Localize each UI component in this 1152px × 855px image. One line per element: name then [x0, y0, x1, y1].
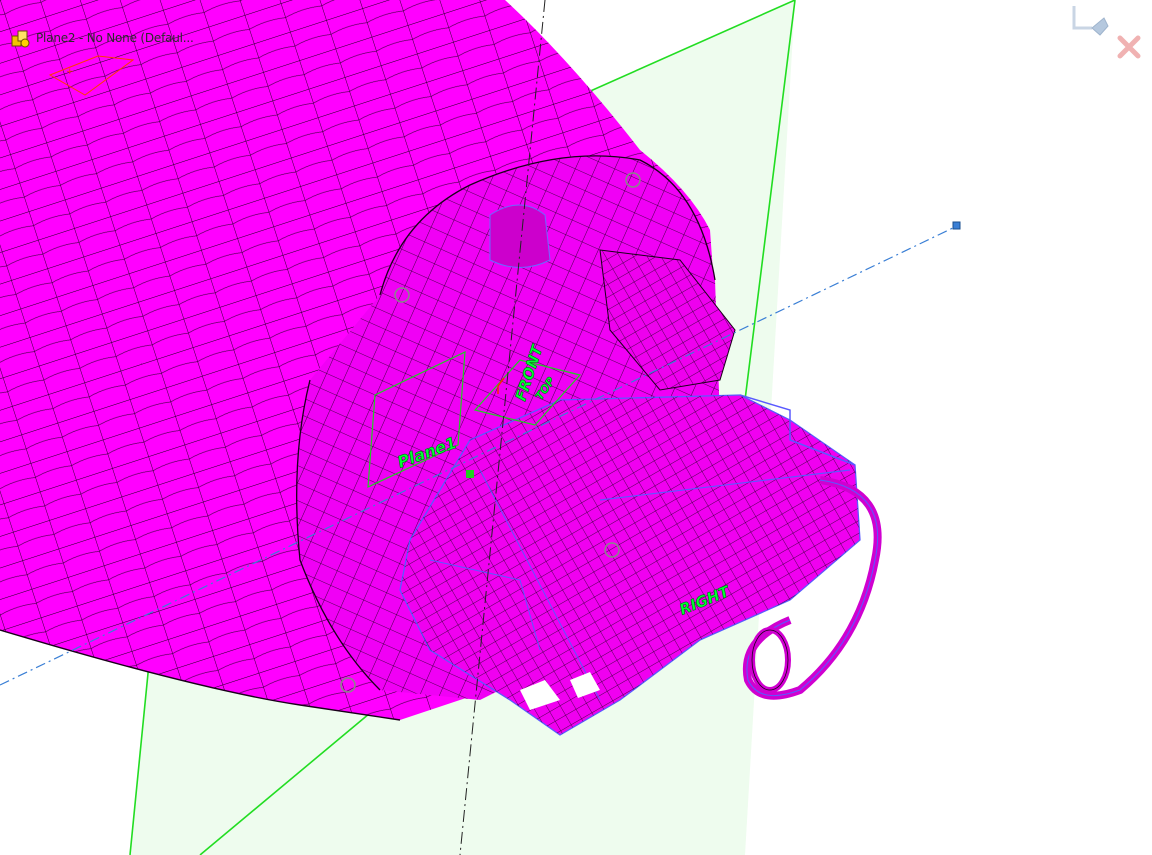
breadcrumb[interactable]: Plane2 - No None (Defaul... — [10, 28, 194, 48]
confirmation-corner[interactable] — [1072, 0, 1152, 70]
graphics-area[interactable]: Plane1 FRONT TOP RIGHT + Plane2 - No Non… — [0, 0, 1152, 855]
part-icon — [11, 30, 30, 48]
cancel-x-icon[interactable] — [1117, 35, 1141, 59]
axis-endpoint-handle[interactable] — [952, 221, 961, 230]
origin-mark: + — [66, 67, 74, 77]
breadcrumb-item-label[interactable]: Plane2 - No None (Defaul... — [36, 31, 194, 45]
accept-arrow-icon[interactable] — [1072, 6, 1109, 36]
model-viewport-canvas[interactable]: Plane1 FRONT TOP RIGHT + — [0, 0, 1152, 855]
